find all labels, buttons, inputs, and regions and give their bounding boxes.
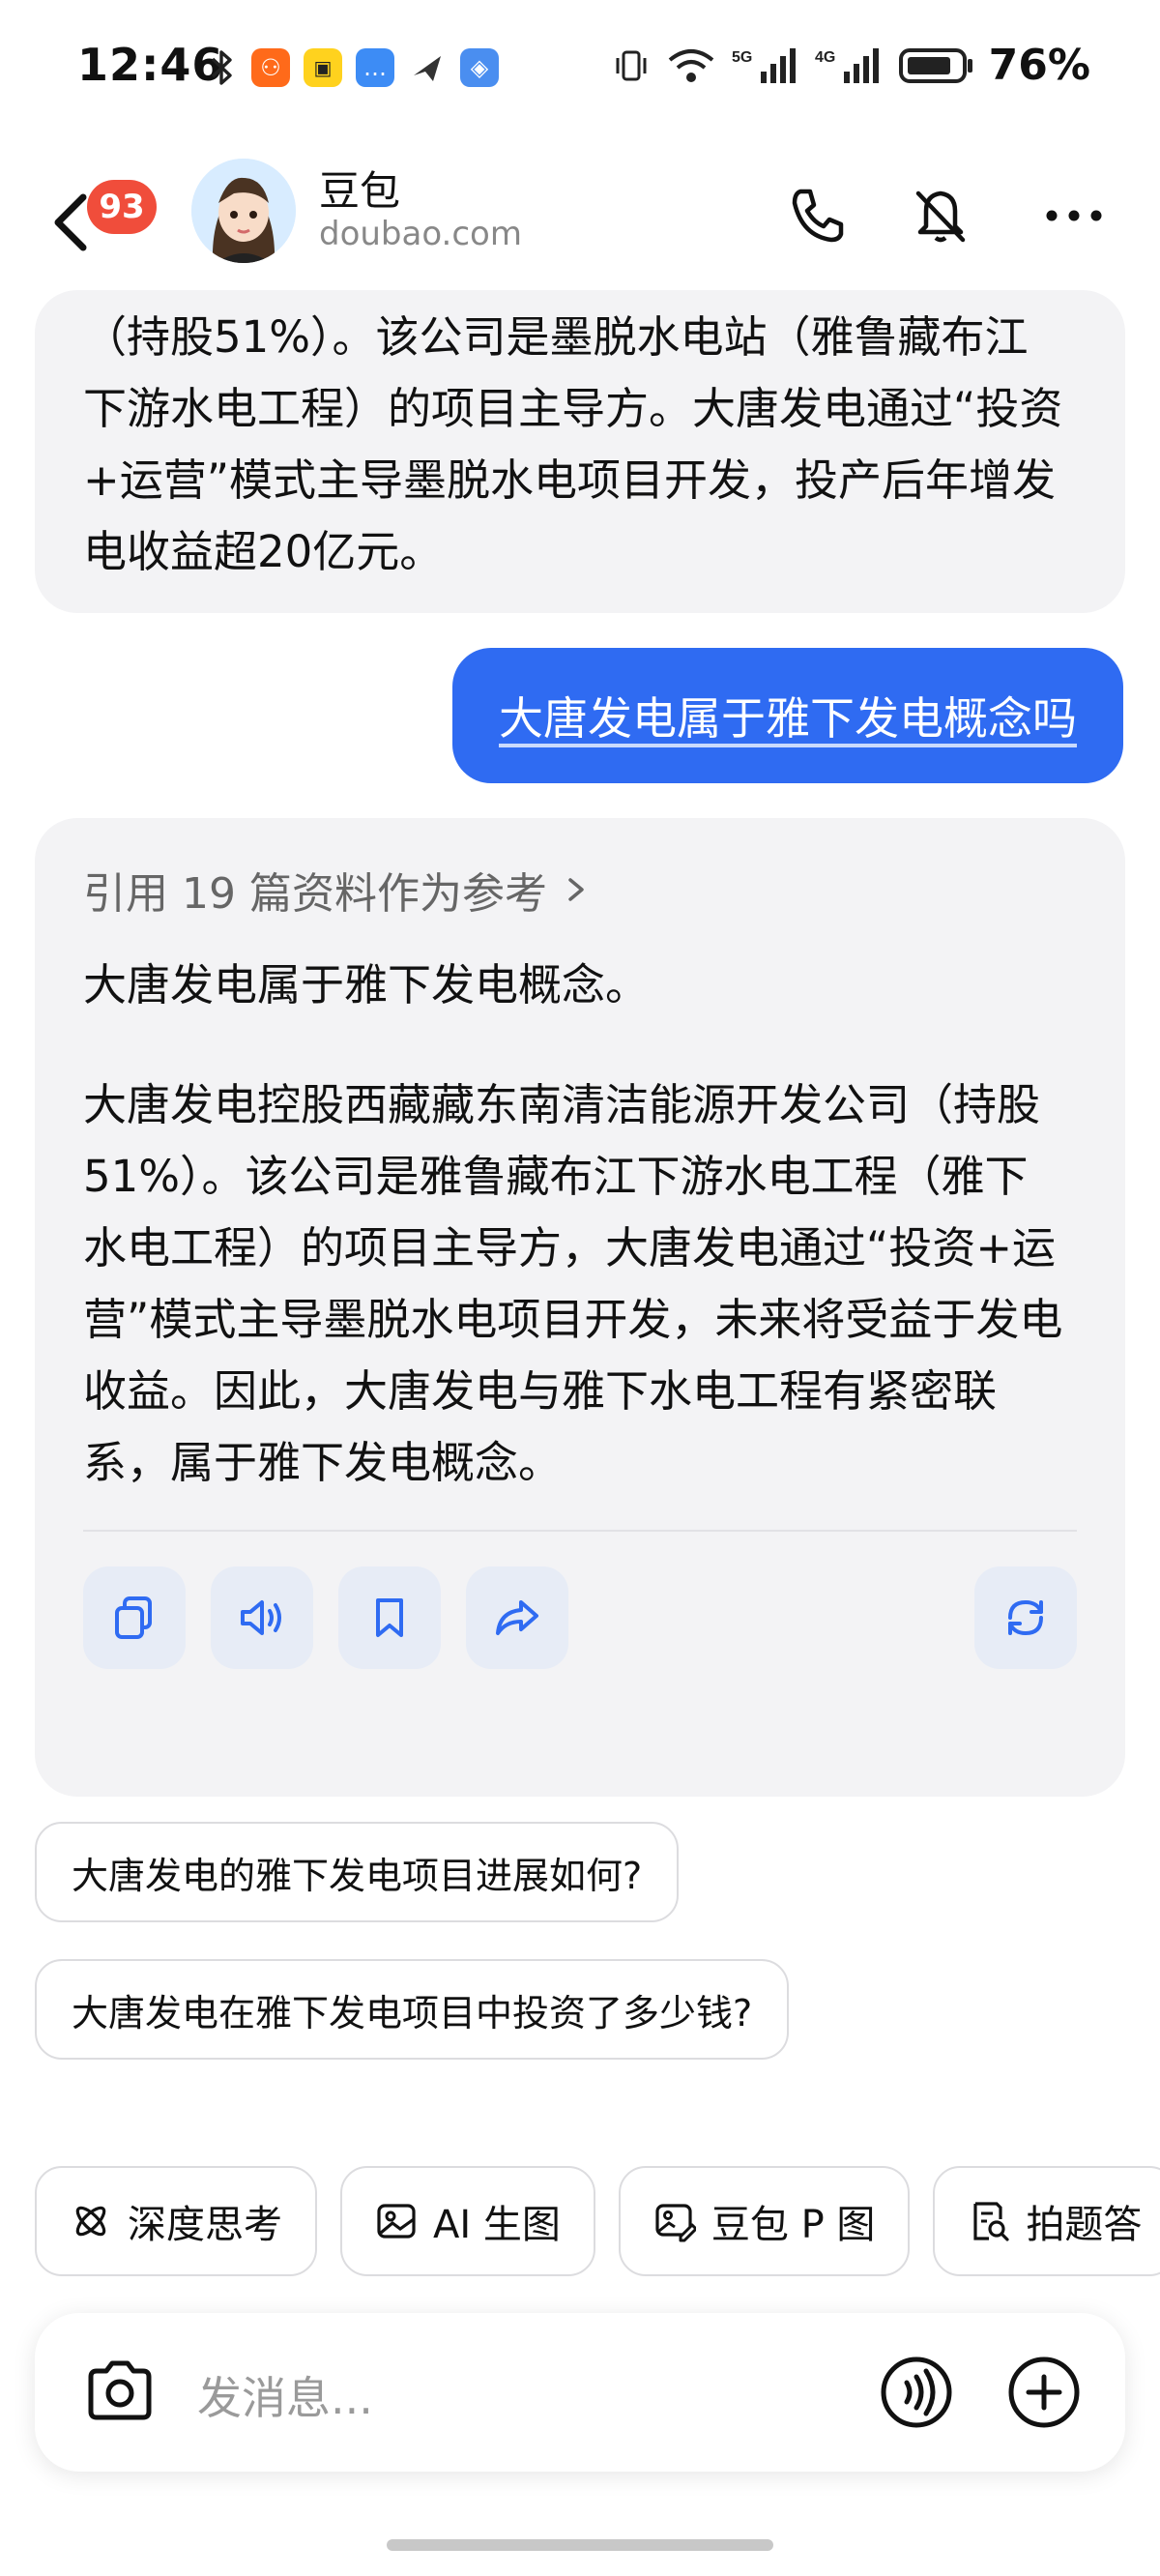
- bot-name: 豆包: [319, 167, 401, 215]
- regenerate-button[interactable]: [974, 1566, 1077, 1669]
- bot-answer: 引用 19 篇资料作为参考 大唐发电属于雅下发电概念。 大唐发电控股西藏藏东南清…: [35, 818, 1125, 1797]
- signal-5g-icon: 5G: [732, 47, 796, 83]
- phone-call-icon[interactable]: [783, 182, 851, 249]
- bookmark-button[interactable]: [338, 1566, 441, 1669]
- bookmark-icon: [376, 1598, 403, 1637]
- answer-divider: [83, 1530, 1077, 1532]
- answer-summary: 大唐发电属于雅下发电概念。: [83, 959, 650, 1010]
- ai-image-chip[interactable]: AI 生图: [340, 2166, 595, 2276]
- security-app-icon: ◈: [460, 48, 499, 87]
- home-indicator[interactable]: [387, 2539, 773, 2551]
- copy-icon: [115, 1596, 152, 1639]
- user-message-text: 大唐发电属于雅下发电概念吗: [499, 692, 1077, 745]
- photo-edit-icon: [655, 2204, 696, 2242]
- battery-percent: 76%: [988, 41, 1090, 90]
- suggestion-chip[interactable]: 大唐发电在雅下发电项目中投资了多少钱?: [35, 1959, 790, 2060]
- signal-4g-label: 4G: [815, 49, 835, 66]
- refresh-icon: [1008, 1599, 1043, 1636]
- chat-header: 93 豆包 doubao.com: [0, 145, 1160, 300]
- doc-search-icon: [973, 2202, 1010, 2241]
- chevron-left-icon: [54, 193, 87, 251]
- suggestion-label: 大唐发电在雅下发电项目中投资了多少钱?: [72, 1991, 753, 2034]
- suggestion-label: 大唐发电的雅下发电项目进展如何?: [72, 1854, 643, 1897]
- reference-label: 引用 19 篇资料作为参考: [83, 869, 547, 919]
- status-time: 12:46: [77, 39, 224, 91]
- share-icon: [496, 1600, 538, 1635]
- photo-edit-chip[interactable]: 豆包 P 图: [618, 2166, 911, 2276]
- tool-chip-bar: 深度思考 AI 生图 豆包 P 图 拍题答: [35, 2166, 1160, 2276]
- chevron-right-icon: [568, 878, 584, 901]
- prev-bot-message-text: （持股51%）。该公司是墨脱水电站（雅鲁藏布江下游水电工程）的项目主导方。大唐发…: [83, 311, 1063, 577]
- user-message[interactable]: 大唐发电属于雅下发电概念吗: [452, 648, 1123, 783]
- deep-think-label: 深度思考: [128, 2203, 282, 2247]
- message-input-bar: 发消息...: [35, 2313, 1125, 2472]
- bot-avatar-illustration: [191, 159, 296, 263]
- copy-button[interactable]: [83, 1566, 186, 1669]
- read-aloud-button[interactable]: [211, 1566, 313, 1669]
- reference-link[interactable]: 引用 19 篇资料作为参考: [83, 859, 1077, 921]
- prev-bot-message[interactable]: （持股51%）。该公司是墨脱水电站（雅鲁藏布江下游水电工程）的项目主导方。大唐发…: [35, 290, 1125, 613]
- meituan-app-icon: ▣: [304, 48, 342, 87]
- suggestion-chip[interactable]: 大唐发电的雅下发电项目进展如何?: [35, 1822, 680, 1922]
- voice-input-icon[interactable]: [878, 2354, 955, 2431]
- status-system-icons: 5G 4G 76%: [612, 41, 1090, 90]
- photo-edit-label: 豆包 P 图: [710, 2203, 876, 2247]
- kuaishou-app-icon: ⚇: [251, 48, 290, 87]
- unread-badge: 93: [87, 180, 157, 234]
- bot-domain: doubao.com: [319, 215, 522, 253]
- image-icon: [377, 2204, 416, 2239]
- answer-detail: 大唐发电控股西藏藏东南清洁能源开发公司（持股51%）。该公司是雅鲁藏布江下游水电…: [83, 1079, 1063, 1488]
- status-bar: 12:46 ⚇ ▣ … ◈ 5G 4G 76%: [0, 0, 1160, 145]
- share-button[interactable]: [466, 1566, 568, 1669]
- signal-5g-label: 5G: [732, 49, 752, 66]
- signal-4g-icon: 4G: [815, 47, 879, 83]
- answer-actions: [83, 1566, 1077, 1669]
- camera-icon[interactable]: [81, 2354, 159, 2431]
- plus-icon[interactable]: [1005, 2354, 1083, 2431]
- message-app-icon: …: [356, 48, 394, 87]
- deep-think-chip[interactable]: 深度思考: [35, 2166, 317, 2276]
- mute-notification-icon[interactable]: [907, 182, 974, 249]
- photo-solve-chip[interactable]: 拍题答: [933, 2166, 1160, 2276]
- atom-icon: [75, 2206, 106, 2237]
- more-options-icon[interactable]: [1040, 182, 1108, 249]
- speaker-icon: [241, 1600, 281, 1635]
- message-input[interactable]: 发消息...: [197, 2363, 373, 2427]
- ai-image-label: AI 生图: [433, 2203, 561, 2247]
- avatar[interactable]: [191, 159, 296, 263]
- photo-solve-label: 拍题答: [1026, 2203, 1143, 2247]
- vibrate-icon: [616, 50, 647, 80]
- wifi-icon: [668, 48, 713, 82]
- feishu-app-icon: [414, 56, 441, 81]
- status-notification-icons: ⚇ ▣ … ◈: [205, 48, 499, 87]
- battery-icon: [898, 47, 972, 83]
- bluetooth-icon: [211, 50, 232, 85]
